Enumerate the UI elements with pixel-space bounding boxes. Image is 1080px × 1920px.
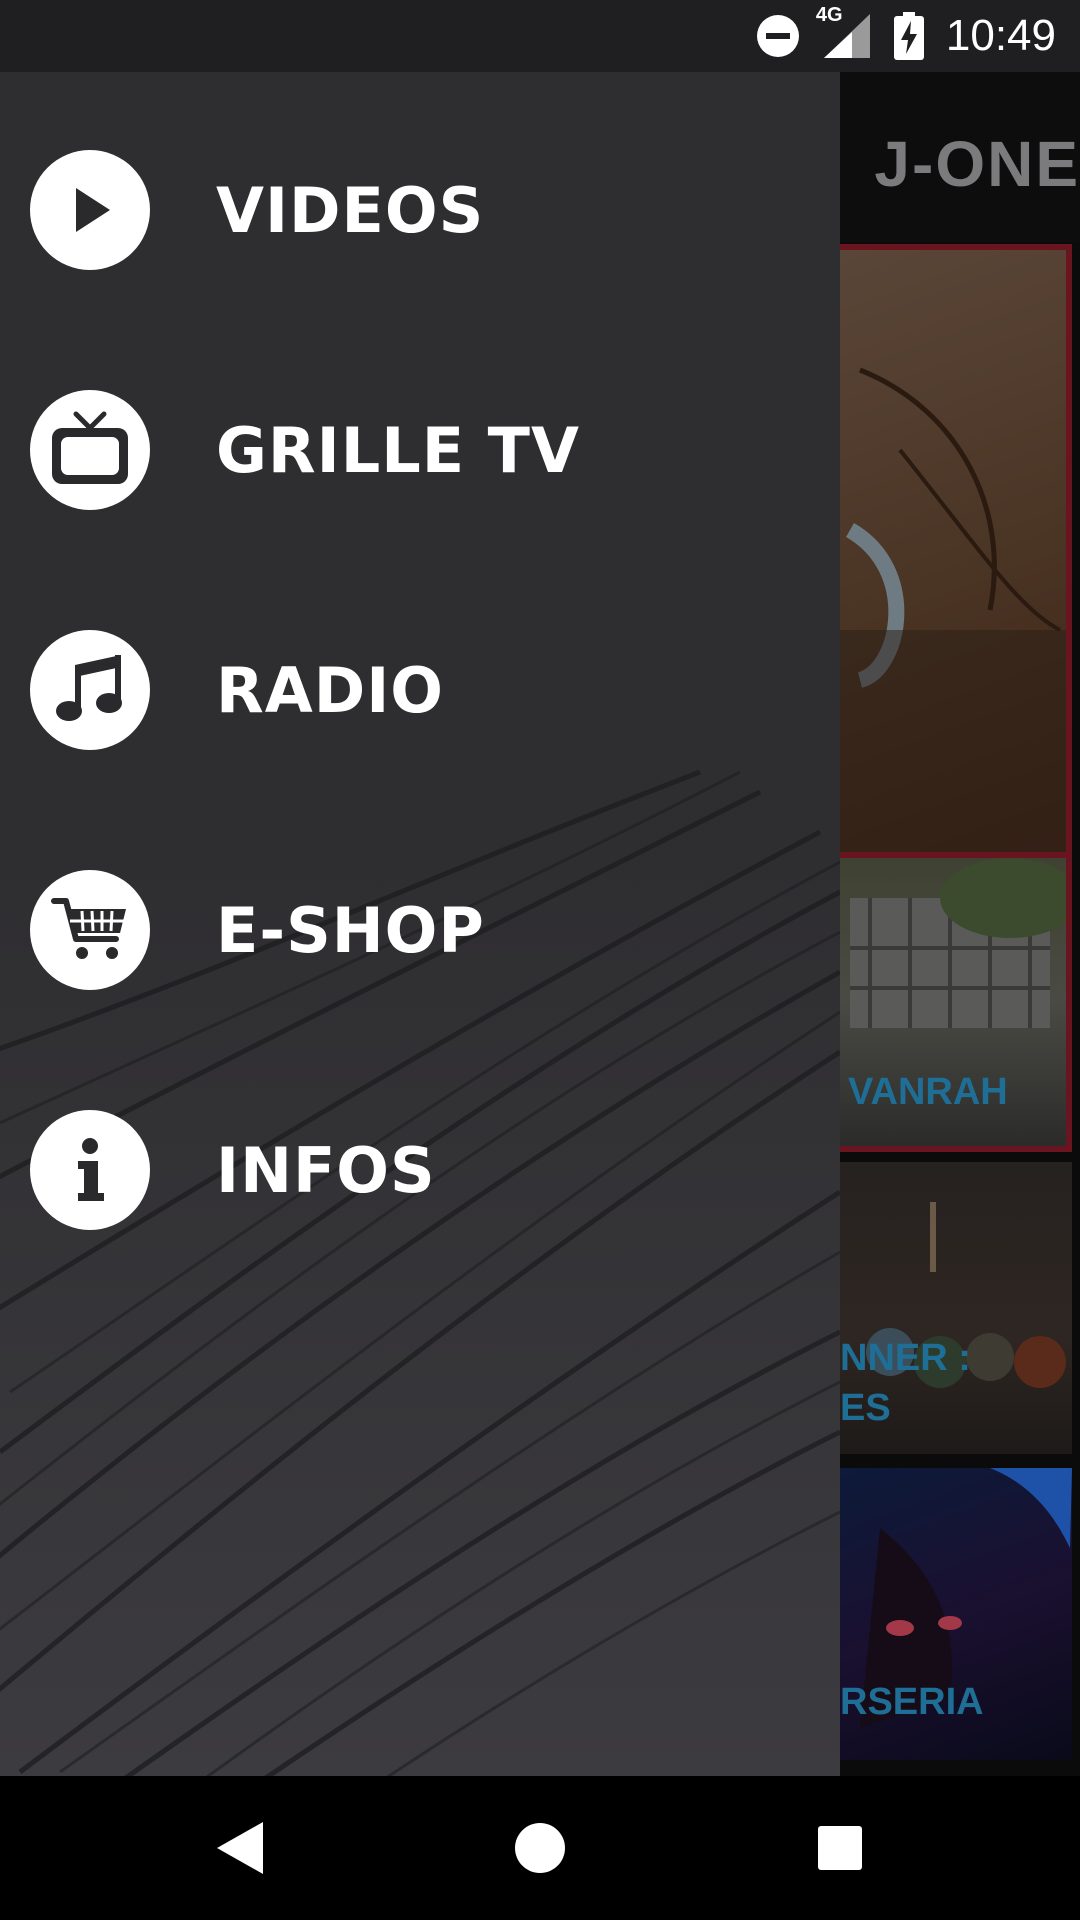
home-button[interactable] <box>460 1776 620 1920</box>
content-tile[interactable]: NNER : ES <box>840 1162 1072 1454</box>
tile-label: VANRAH <box>848 1071 1008 1113</box>
system-navigation-bar <box>0 1776 1080 1920</box>
drawer-item-label: RADIO <box>216 653 444 727</box>
recents-icon <box>818 1826 862 1870</box>
drawer-item-label: INFOS <box>216 1133 436 1207</box>
content-tile[interactable]: VANRAH <box>840 852 1072 1152</box>
back-icon <box>217 1822 263 1874</box>
back-button[interactable] <box>160 1776 320 1920</box>
tv-icon <box>30 390 150 510</box>
drawer-item-infos[interactable]: INFOS <box>0 1070 840 1270</box>
network-type-label: 4G <box>815 4 843 26</box>
music-note-icon <box>30 630 150 750</box>
recents-button[interactable] <box>760 1776 920 1920</box>
drawer-item-videos[interactable]: VIDEOS <box>0 110 840 310</box>
cart-icon <box>30 870 150 990</box>
battery-charging-icon <box>893 12 924 60</box>
content-tile[interactable]: RSERIA <box>840 1468 1072 1760</box>
content-tile[interactable] <box>840 244 1072 916</box>
drawer-item-label: GRILLE TV <box>216 413 580 487</box>
info-icon <box>30 1110 150 1230</box>
status-icons: 4G 10:49 <box>756 0 1056 72</box>
signal-icon: 4G <box>816 4 872 60</box>
drawer-item-label: VIDEOS <box>216 173 485 247</box>
tile-label-line1: NNER : <box>840 1337 971 1379</box>
drawer-item-radio[interactable]: RADIO <box>0 590 840 790</box>
status-time: 10:49 <box>945 11 1056 60</box>
drawer-item-e-shop[interactable]: E-SHOP <box>0 830 840 1030</box>
do-not-disturb-icon <box>756 15 799 57</box>
home-icon <box>515 1823 565 1873</box>
play-icon <box>30 150 150 270</box>
navigation-drawer: VIDEOS GRILLE TV RADIO E-SHOP INFOS <box>0 72 840 1776</box>
status-bar: 4G 10:49 <box>0 0 1080 72</box>
tile-label: RSERIA <box>840 1681 984 1723</box>
drawer-item-grille-tv[interactable]: GRILLE TV <box>0 350 840 550</box>
app-logo: J-ONE <box>874 128 1080 200</box>
tile-label-line2: ES <box>840 1387 891 1429</box>
drawer-item-label: E-SHOP <box>216 893 485 967</box>
